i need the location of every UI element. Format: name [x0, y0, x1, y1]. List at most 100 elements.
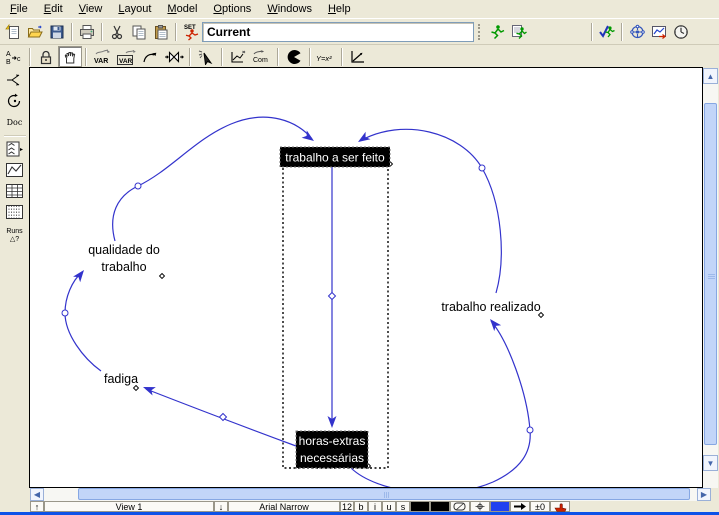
print-icon[interactable] [76, 21, 98, 43]
font-size-field[interactable]: 12 [340, 501, 354, 512]
link-horas-extras-to-realizado[interactable] [351, 321, 530, 488]
table-icon[interactable] [2, 181, 28, 201]
underline-button[interactable]: u [382, 501, 396, 512]
causes-tree-icon[interactable] [2, 70, 28, 90]
svg-text:A: A [6, 51, 11, 58]
toolbar-grip [478, 24, 482, 40]
move-size-hand-tool-icon[interactable] [58, 46, 82, 67]
scroll-up-button[interactable]: ▲ [703, 68, 718, 84]
document-tool[interactable]: Doc [2, 112, 28, 132]
node-fadiga[interactable]: fadiga [104, 372, 138, 386]
causes-strip-icon[interactable] [2, 139, 28, 159]
menu-model[interactable]: Model [159, 1, 205, 18]
show-causes-hand-button[interactable] [550, 501, 570, 512]
run-simulation-icon[interactable] [486, 21, 508, 43]
view-down-button[interactable]: ↓ [214, 501, 228, 512]
cut-icon[interactable] [106, 21, 128, 43]
curve-handle[interactable] [135, 183, 141, 189]
italic-button[interactable]: i [368, 501, 382, 512]
comment-tool-icon[interactable]: Com [250, 46, 274, 67]
separator [621, 23, 623, 41]
svg-text:SET: SET [184, 25, 196, 31]
box-variable-tool-icon[interactable]: VAR [114, 46, 138, 67]
menu-bar: File Edit View Layout Model Options Wind… [0, 0, 719, 18]
scroll-left-button[interactable]: ◀ [30, 488, 44, 501]
node-handle[interactable] [134, 386, 139, 391]
check-model-icon[interactable] [596, 21, 618, 43]
menu-help[interactable]: Help [320, 1, 359, 18]
view-up-button[interactable]: ↑ [30, 501, 44, 512]
svg-text:trabalho a ser feito: trabalho a ser feito [285, 151, 385, 165]
link-fadiga-to-qualidade[interactable] [65, 272, 101, 371]
variable-tool-icon[interactable]: VAR [90, 46, 114, 67]
delete-tool-icon[interactable] [282, 46, 306, 67]
menu-file[interactable]: File [2, 1, 36, 18]
view-name: View 1 [116, 502, 143, 512]
svg-text:c: c [17, 56, 21, 63]
sketch-canvas[interactable]: trabalho a ser feito horas-extras necess… [29, 67, 703, 488]
node-qualidade-do-trabalho[interactable]: trabalho [101, 260, 146, 274]
copy-icon[interactable] [128, 21, 150, 43]
runs-compare-tool[interactable]: Runs △? [2, 223, 28, 247]
graph-icon[interactable] [2, 160, 28, 180]
menu-windows[interactable]: Windows [259, 1, 320, 18]
horizontal-scrollbar[interactable]: ◀ ▶ [30, 488, 711, 501]
menu-layout[interactable]: Layout [110, 1, 159, 18]
lock-tool-icon[interactable] [34, 46, 58, 67]
set-simulation-icon[interactable]: SET [180, 21, 202, 43]
curve-handle[interactable] [62, 310, 68, 316]
hide-level-button[interactable]: ±0 [530, 501, 550, 512]
reference-graph-tool-icon[interactable] [346, 46, 370, 67]
scroll-down-button[interactable]: ▼ [703, 455, 718, 471]
svg-text:horas-extras: horas-extras [299, 434, 366, 448]
main-toolbar: SET [0, 18, 719, 44]
input-output-tool-icon[interactable] [226, 46, 250, 67]
table-time-icon[interactable] [2, 202, 28, 222]
shape-style-button[interactable] [450, 501, 470, 512]
paste-icon[interactable] [150, 21, 172, 43]
separator [29, 48, 31, 66]
strike-button[interactable]: s [396, 501, 410, 512]
curve-handle[interactable] [479, 165, 485, 171]
link-handle[interactable] [329, 293, 336, 300]
node-handle[interactable] [160, 274, 165, 279]
equations-tool-icon[interactable]: Y=x² [314, 46, 338, 67]
simulation-setup-icon[interactable] [508, 21, 530, 43]
arrow-tool-icon[interactable] [138, 46, 162, 67]
position-button[interactable] [470, 501, 490, 512]
text-color-swatch[interactable] [410, 501, 430, 512]
view-name-field[interactable]: View 1 [44, 501, 214, 512]
model-variable-wand-tool-icon[interactable] [194, 46, 218, 67]
curve-handle[interactable] [527, 427, 533, 433]
save-icon[interactable] [46, 21, 68, 43]
selection-rect[interactable] [283, 148, 388, 468]
node-qualidade-do-trabalho[interactable]: qualidade do [88, 243, 160, 257]
pointer-abc-tool-icon[interactable]: A B c [2, 46, 26, 67]
vertical-scroll-thumb[interactable] [704, 103, 717, 445]
scroll-right-button[interactable]: ▶ [697, 488, 711, 501]
font-name-field[interactable]: Arial Narrow [228, 501, 340, 512]
simulation-name-input[interactable] [202, 22, 474, 42]
vertical-scrollbar[interactable]: ▲ ▼ [703, 68, 718, 488]
loops-icon[interactable] [2, 91, 28, 111]
menu-edit[interactable]: Edit [36, 1, 71, 18]
rate-tool-icon[interactable] [162, 46, 186, 67]
arrow-color-swatch[interactable] [490, 501, 510, 512]
separator [101, 23, 103, 41]
arrow-width-button[interactable] [510, 501, 530, 512]
thumb-grips [708, 274, 715, 275]
node-trabalho-realizado[interactable]: trabalho realizado [441, 300, 540, 314]
node-trabalho-a-ser-feito[interactable]: trabalho a ser feito [280, 147, 390, 167]
causal-tracing-icon[interactable] [626, 21, 648, 43]
node-horas-extras-necessarias[interactable]: horas-extras necessárias [296, 431, 368, 468]
menu-options[interactable]: Options [205, 1, 259, 18]
open-folder-icon[interactable] [24, 21, 46, 43]
shape-color-swatch[interactable] [430, 501, 450, 512]
output-windows-icon[interactable] [648, 21, 670, 43]
bold-button[interactable]: b [354, 501, 368, 512]
horizontal-scroll-thumb[interactable] [78, 488, 690, 500]
link-qualidade-to-trabalho-a-ser-feito[interactable] [113, 117, 312, 241]
menu-view[interactable]: View [71, 1, 111, 18]
new-file-icon[interactable] [2, 21, 24, 43]
time-settings-icon[interactable] [670, 21, 692, 43]
